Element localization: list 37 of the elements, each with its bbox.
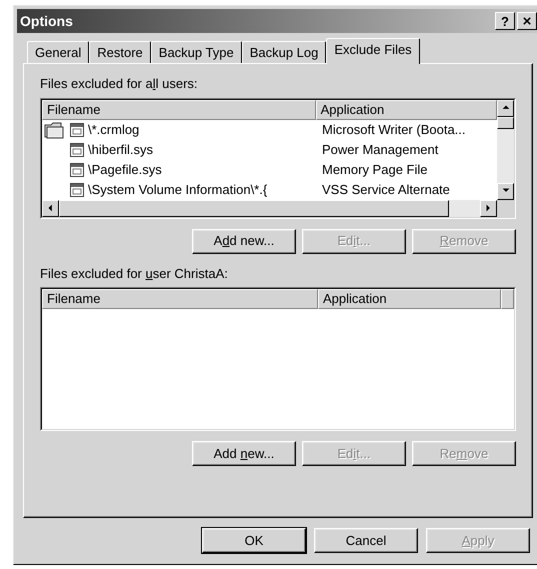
scroll-right-button[interactable] <box>480 200 497 216</box>
scrollbar-corner <box>497 200 514 216</box>
scroll-down-button[interactable] <box>497 182 514 200</box>
filename-cell-text: \*.crmlog <box>88 120 140 139</box>
filename-cell-text: \hiberfil.sys <box>88 140 154 159</box>
application-cell-text: Power Management <box>321 140 440 159</box>
folder-icon <box>44 120 66 138</box>
column-header[interactable]: Filename <box>42 289 318 309</box>
scrollbar-thumb[interactable] <box>497 116 514 128</box>
filename-cell-text: \Pagefile.sys <box>88 160 162 179</box>
close-button[interactable]: × <box>517 12 537 30</box>
section-label: Files excluded for user ChristaA: <box>40 264 229 282</box>
file-icon <box>70 182 84 196</box>
file-icon <box>70 162 84 176</box>
scroll-left-button[interactable] <box>42 200 59 216</box>
column-header[interactable]: Filename <box>42 100 316 120</box>
column-header[interactable]: Application <box>316 100 497 120</box>
tab[interactable]: General <box>27 41 90 63</box>
application-cell-text: VSS Service Alternate <box>321 180 451 199</box>
file-icon <box>70 142 84 156</box>
add-button[interactable]: Add new... <box>192 441 296 466</box>
tab[interactable]: Backup Log <box>242 41 326 63</box>
tab[interactable]: Restore <box>89 41 151 63</box>
tab[interactable]: Exclude Files <box>326 38 420 64</box>
ok-button[interactable]: OK <box>202 528 306 553</box>
scroll-up-button[interactable] <box>497 100 514 116</box>
file-icon <box>70 122 84 136</box>
help-button[interactable]: ? <box>495 12 515 30</box>
application-cell-text: Microsoft Writer (Boota... <box>321 120 467 139</box>
section-label: Files excluded for all users: <box>40 75 199 93</box>
column-header[interactable]: Application <box>318 289 501 309</box>
window-title: Options <box>20 12 73 31</box>
add-button[interactable]: Add new... <box>192 228 296 254</box>
filename-cell-text: \System Volume Information\*.{ <box>88 180 268 199</box>
application-cell-text: Memory Page File <box>321 160 428 179</box>
cancel-button[interactable]: Cancel <box>314 528 418 553</box>
tab[interactable]: Backup Type <box>150 41 242 63</box>
